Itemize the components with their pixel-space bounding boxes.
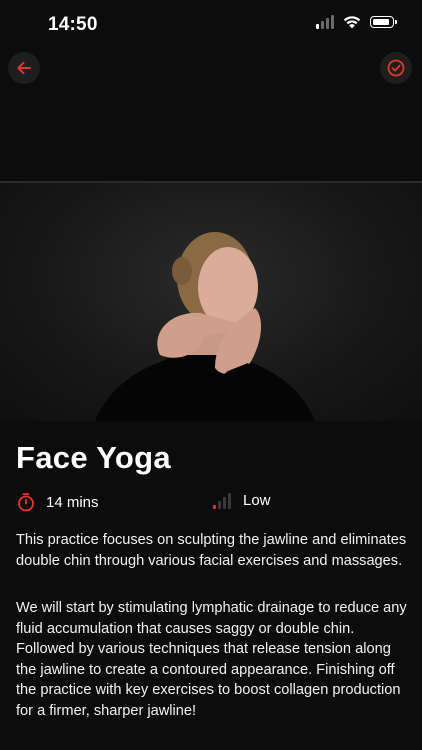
- description-paragraph-2: We will start by stimulating lymphatic d…: [16, 600, 407, 719]
- level-info: Low: [213, 492, 271, 509]
- wifi-icon: [343, 16, 361, 29]
- status-bar: 14:50: [0, 0, 422, 50]
- duration-info: 14 mins: [16, 492, 99, 512]
- video-frame: [95, 232, 315, 421]
- cellular-signal-icon: [316, 15, 334, 29]
- back-button[interactable]: [8, 52, 40, 84]
- stopwatch-icon: [18, 493, 34, 512]
- practice-meta: 14 mins Low: [16, 492, 408, 514]
- check-circle-icon: [387, 59, 405, 77]
- page-title: Face Yoga: [16, 440, 171, 475]
- arrow-left-icon: [17, 61, 31, 75]
- duration-label: 14 mins: [46, 493, 99, 511]
- level-label: Low: [243, 492, 271, 509]
- battery-icon: [370, 16, 397, 28]
- video-player[interactable]: [0, 183, 422, 421]
- description-paragraph-1: This practice focuses on sculpting the j…: [16, 532, 407, 569]
- practice-details: Face Yoga 14 mins Low This practice focu…: [16, 440, 408, 719]
- status-icons: [316, 15, 397, 29]
- signal-bars-icon: [213, 492, 231, 509]
- status-time: 14:50: [48, 14, 98, 35]
- mark-complete-button[interactable]: [380, 52, 412, 84]
